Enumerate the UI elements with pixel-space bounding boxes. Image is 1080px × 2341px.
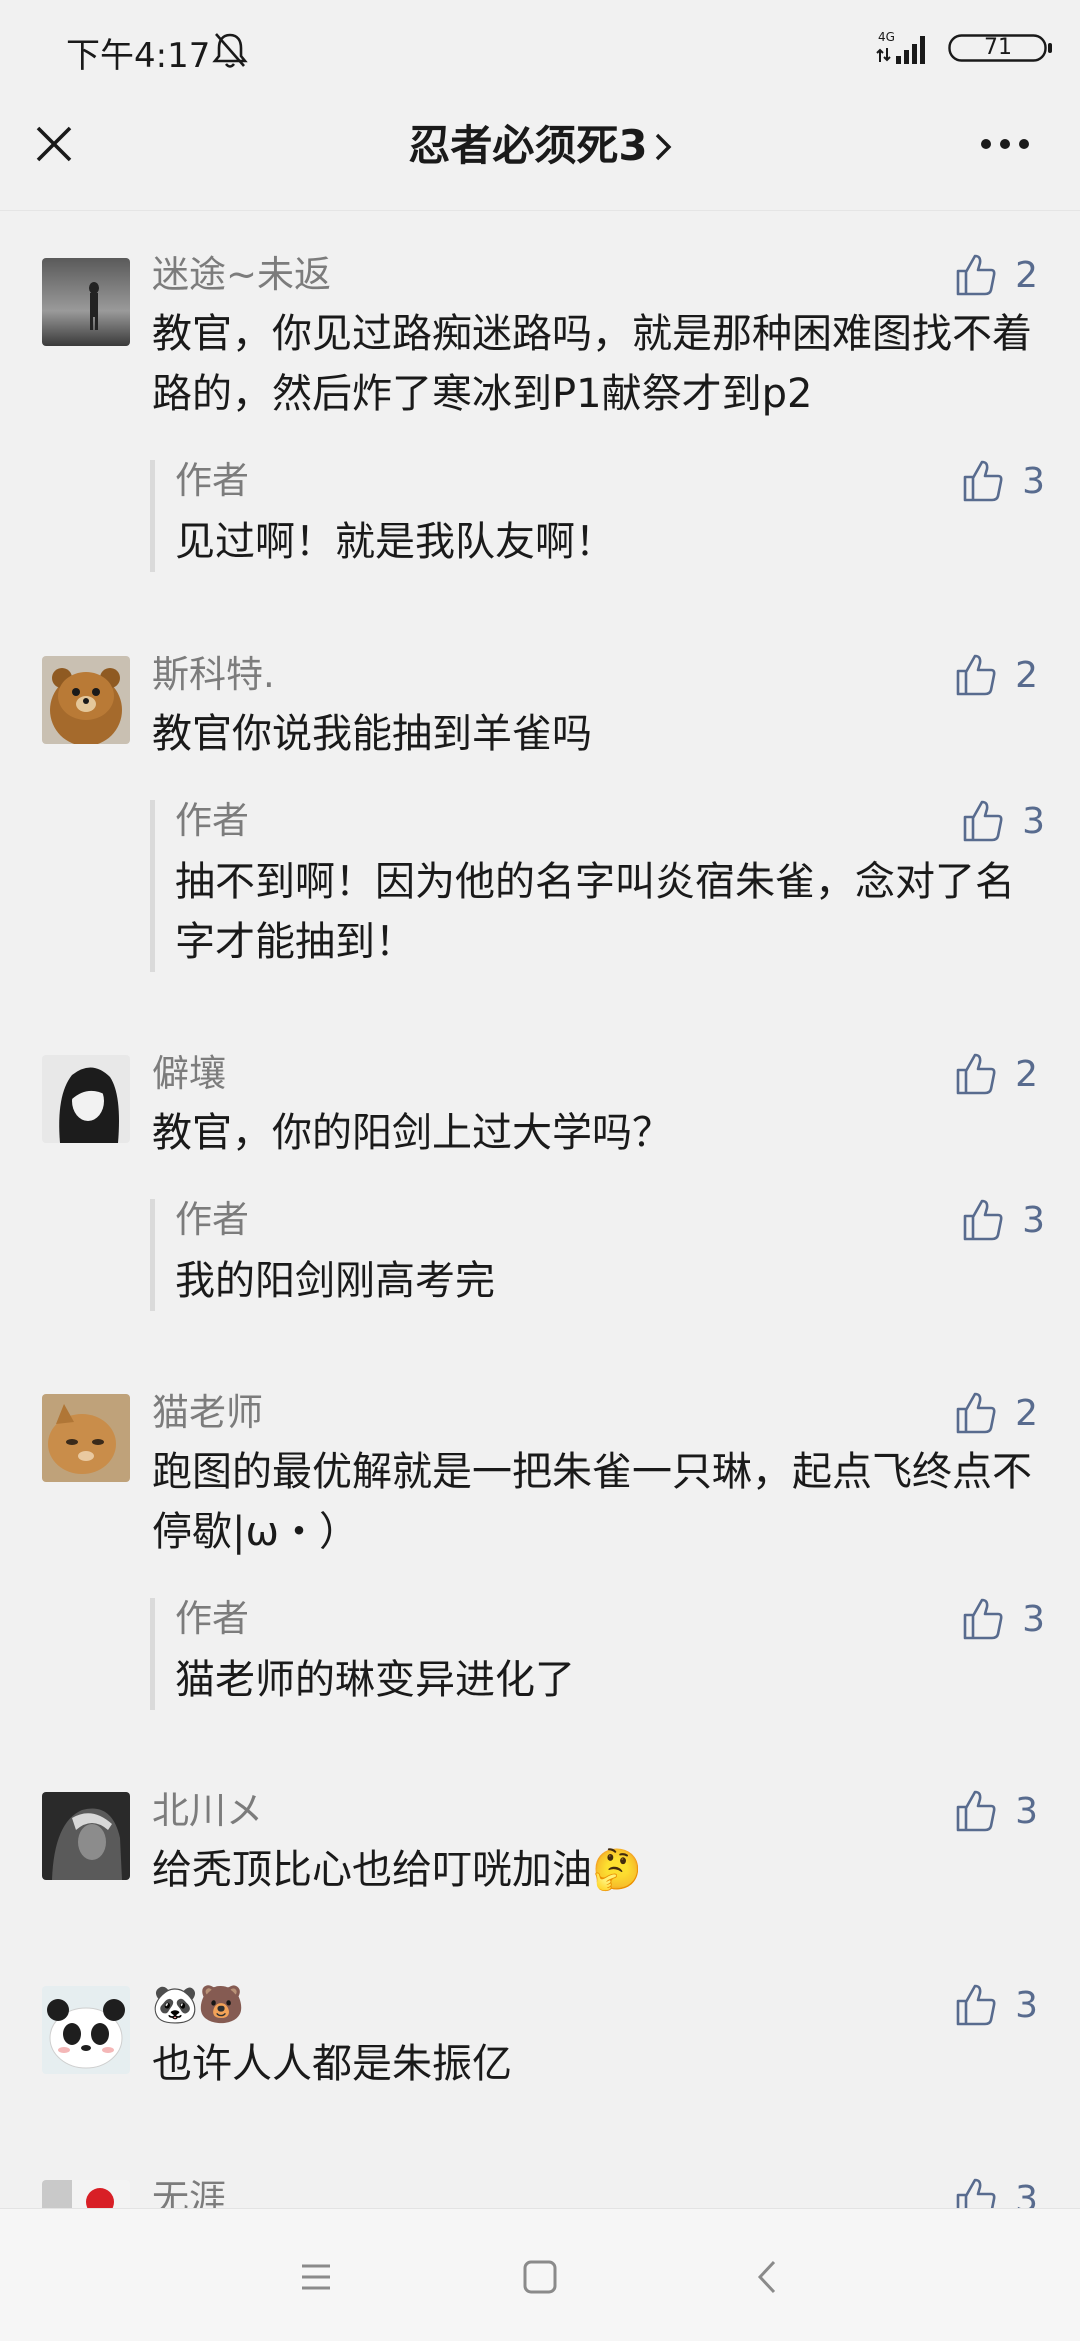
like-button[interactable]: 3 [955,1980,1038,2030]
like-button[interactable]: 2 [955,1049,1038,1099]
avatar[interactable] [42,656,130,744]
avatar[interactable] [42,1792,130,1880]
network-label: 4G [878,30,895,44]
thumbs-up-icon [963,1199,1003,1241]
like-count: 2 [1015,254,1038,296]
reply-text: 抽不到啊！因为他的名字叫炎宿朱雀，念对了名字才能抽到！ [175,859,1015,965]
commenter-name[interactable]: 僻壤 [152,1049,226,1099]
comment-text: 教官你说我能抽到羊雀吗 [152,711,592,757]
comment-text: 给秃顶比心也给叮咣加油🤔 [152,1847,642,1893]
reply-author-label: 作者 [175,799,249,842]
back-icon[interactable] [748,2257,788,2297]
reply-like-button[interactable]: 3 [962,1594,1045,1644]
bell-muted-icon [212,33,248,68]
thumbs-up-icon [956,1984,996,2026]
like-button[interactable]: 2 [955,650,1038,700]
thumbs-up-icon [963,800,1003,842]
like-button[interactable]: 2 [955,250,1038,300]
battery-level: 71 [984,35,1012,60]
like-count: 2 [1015,1392,1038,1434]
page-title-link[interactable]: 忍者必须死3 [0,118,1080,174]
commenter-name[interactable]: 🐼🐻 [152,1980,244,2030]
thumbs-up-icon [963,1598,1003,1640]
reply-text: 见过啊！就是我队友啊！ [175,519,615,565]
status-time: 下午4:17 [66,36,211,76]
like-count: 3 [1022,1598,1045,1640]
thumbs-up-icon [956,1790,996,1832]
comment-text: 跑图的最优解就是一把朱雀一只琳，起点飞终点不停歇|ω・） [152,1449,1032,1555]
avatar[interactable] [42,1986,130,2074]
like-count: 3 [1022,460,1045,502]
reply-text: 我的阳剑刚高考完 [175,1258,495,1304]
thumbs-up-icon [956,1053,996,1095]
comment-text: 教官，你见过路痴迷路吗，就是那种困难图找不着路的，然后炸了寒冰到P1献祭才到p2 [152,311,1032,417]
home-icon[interactable] [520,2257,560,2297]
comment-text: 也许人人都是朱振亿 [152,2041,512,2087]
reply-like-button[interactable]: 3 [962,1195,1045,1245]
author-reply: 作者 3 见过啊！就是我队友啊！ [150,459,1045,572]
menu-icon[interactable] [296,2257,336,2297]
thumbs-up-icon [956,654,996,696]
thumbs-up-icon [956,254,996,296]
commenter-name[interactable]: 迷途~未返 [152,250,331,300]
like-count: 3 [1015,1790,1038,1832]
commenter-name[interactable]: 斯科特. [152,650,275,700]
comment-text: 教官，你的阳剑上过大学吗？ [152,1110,672,1156]
reply-author-label: 作者 [175,459,249,502]
like-button[interactable]: 3 [955,1786,1038,1836]
page-title: 忍者必须死3 [408,121,648,170]
avatar[interactable] [42,1055,130,1143]
like-count: 2 [1015,654,1038,696]
author-reply: 作者 3 抽不到啊！因为他的名字叫炎宿朱雀，念对了名字才能抽到！ [150,799,1045,972]
like-count: 3 [1015,1984,1038,2026]
like-count: 3 [1022,800,1045,842]
author-reply: 作者 3 猫老师的琳变异进化了 [150,1597,1045,1710]
like-button[interactable]: 2 [955,1388,1038,1438]
avatar[interactable] [42,1394,130,1482]
reply-like-button[interactable]: 3 [962,456,1045,506]
thumbs-up-icon [963,460,1003,502]
thumbs-up-icon [956,1392,996,1434]
signal-icon: 4G [876,30,925,64]
system-navigation-bar [0,2208,1080,2341]
reply-text: 猫老师的琳变异进化了 [175,1657,575,1703]
like-count: 2 [1015,1053,1038,1095]
commenter-name[interactable]: 猫老师 [152,1388,263,1438]
more-options-icon[interactable] [980,136,1030,152]
reply-author-label: 作者 [175,1597,249,1640]
author-reply: 作者 3 我的阳剑刚高考完 [150,1198,1045,1311]
avatar[interactable] [42,258,130,346]
status-bar: 下午4:17 4G 71 [0,0,1080,96]
reply-like-button[interactable]: 3 [962,796,1045,846]
reply-author-label: 作者 [175,1198,249,1241]
chevron-right-icon [655,133,672,161]
commenter-name[interactable]: 北川メ [152,1786,263,1836]
like-count: 3 [1022,1199,1045,1241]
